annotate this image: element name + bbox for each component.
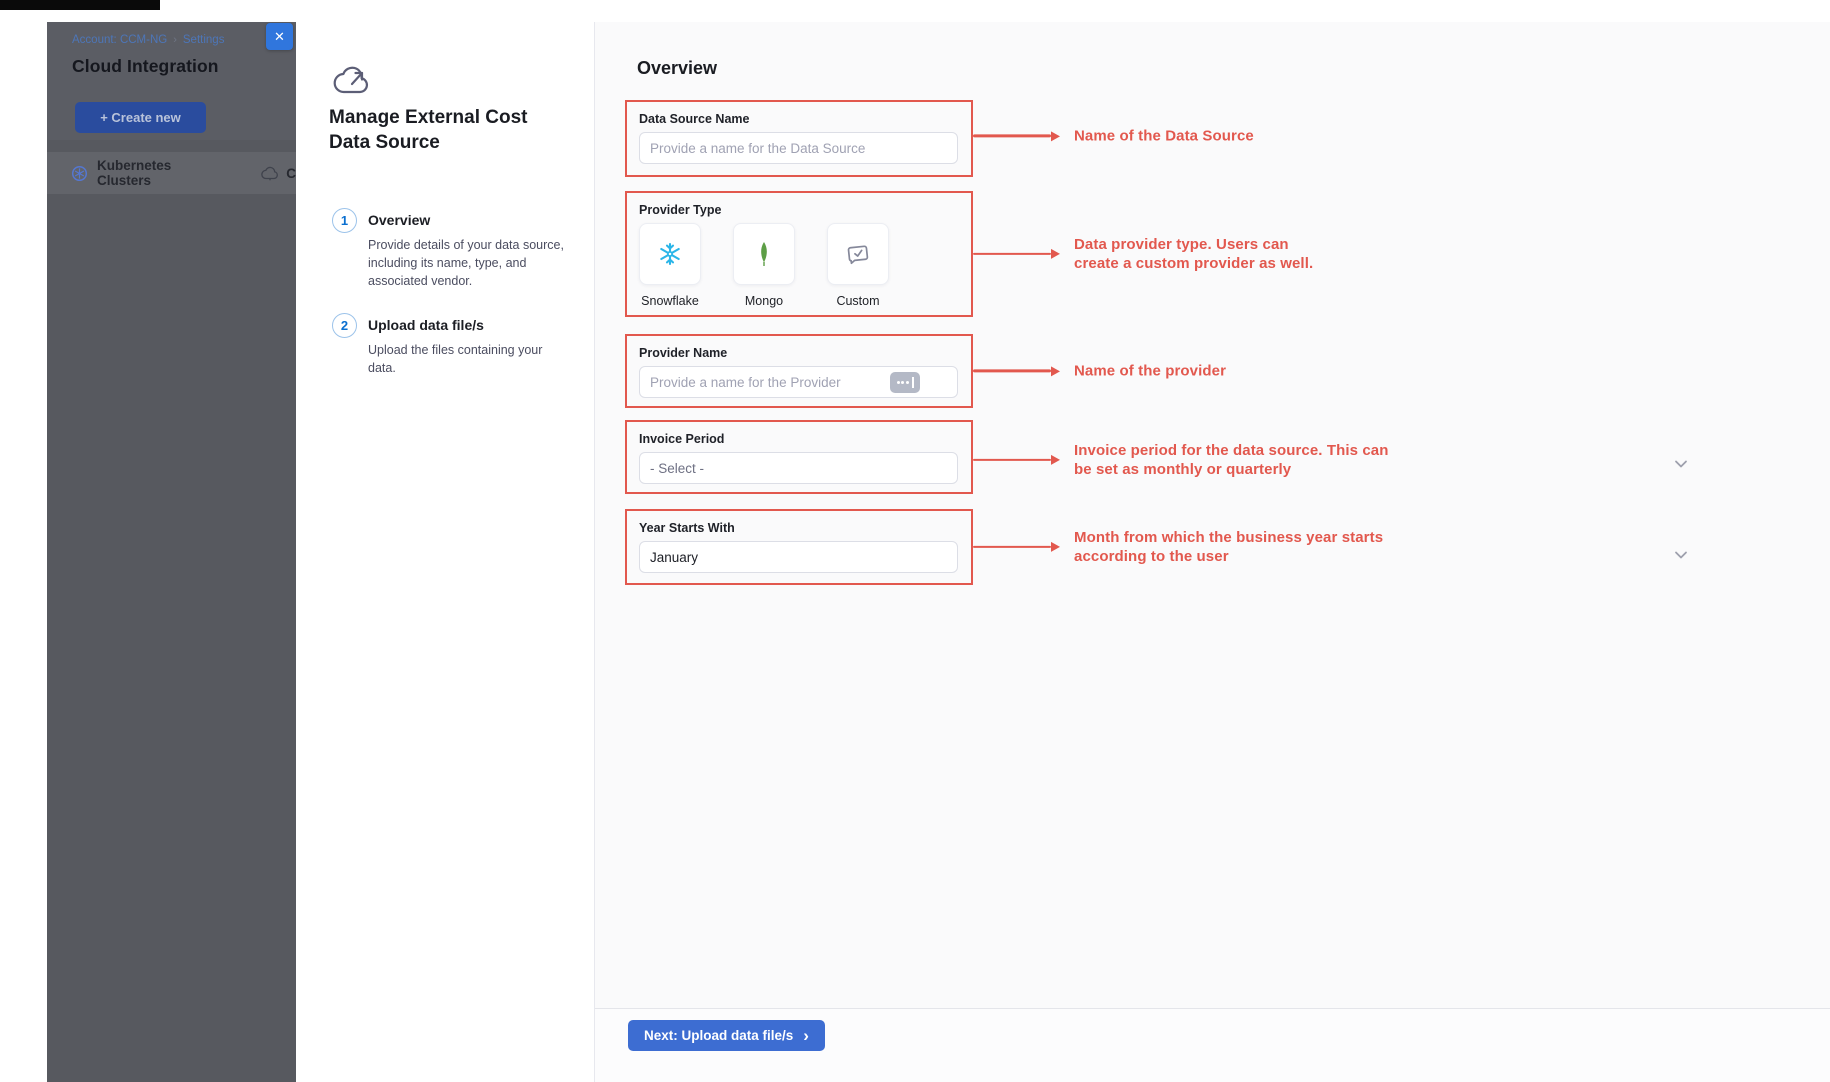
breadcrumb: Account: CCM-NG › Settings [72,34,224,46]
invoice-period-select[interactable]: - Select - [639,452,958,484]
invoice-period-value: - Select - [650,461,704,476]
annotation-box-invoice-period: Invoice Period - Select - [625,420,973,494]
create-new-button: + Create new [75,102,206,133]
tab-cloud-label: C [286,166,296,181]
annotation-year-starts-with: Month from which the business year start… [973,528,1383,566]
dimmed-background-page: Account: CCM-NG › Settings Cloud Integra… [47,22,296,1082]
custom-card[interactable] [827,223,889,285]
annotation-text: Month from which the business year start… [1074,528,1383,566]
kubernetes-icon [71,165,88,182]
annotation-box-data-source-name: Data Source Name [625,100,973,177]
tab-kubernetes-clusters: Kubernetes Clusters [97,158,212,188]
screen: Account: CCM-NG › Settings Cloud Integra… [0,0,1830,1082]
provider-type-label: Provider Type [639,203,959,217]
provider-name-label: Provider Name [639,346,959,360]
close-icon: ✕ [274,29,285,45]
data-source-name-input[interactable] [639,132,958,164]
annotation-provider-type: Data provider type. Users can create a c… [973,235,1313,273]
step-2-indicator[interactable]: 2 [332,313,357,338]
cloud-export-icon [332,64,374,98]
invoice-period-chevron-down-icon[interactable] [1673,457,1689,471]
snowflake-label: Snowflake [641,294,699,308]
mongo-leaf-icon [757,241,771,267]
annotation-text: Name of the provider [1074,361,1226,380]
wizard-content: Overview Data Source Name Provider Type [595,22,1830,1082]
year-starts-with-chevron-down-icon[interactable] [1673,548,1689,562]
arrow-line [973,459,1051,462]
annotation-text: Name of the Data Source [1074,126,1254,145]
chevron-right-icon: › [803,1027,809,1044]
content-heading: Overview [637,58,717,79]
wizard-title: Manage External Cost Data Source [329,106,567,155]
year-starts-with-label: Year Starts With [639,521,959,535]
year-starts-with-value: January [650,550,698,565]
cloud-icon [261,166,279,181]
data-source-name-label: Data Source Name [639,112,959,126]
step-2-description: Upload the files containing your data. [368,341,566,377]
snowflake-icon [657,241,683,267]
annotation-data-source-name: Name of the Data Source [973,126,1254,145]
arrow-right-icon [1051,542,1060,552]
annotation-invoice-period: Invoice period for the data source. This… [973,441,1388,479]
step-1-number: 1 [341,213,348,228]
custom-template-icon [845,242,871,266]
annotation-box-provider-name: Provider Name [625,334,973,408]
tab-bar: Kubernetes Clusters C [47,152,296,194]
year-starts-with-select[interactable]: January [639,541,958,573]
annotation-text: Data provider type. Users can create a c… [1074,235,1313,273]
arrow-line [973,135,1051,138]
arrow-line [973,253,1051,256]
arrow-right-icon [1051,366,1060,376]
wizard-footer: Next: Upload data file/s › [595,1008,1830,1082]
annotation-provider-name: Name of the provider [973,361,1226,380]
arrow-right-icon [1051,249,1060,259]
top-black-bar [0,0,160,10]
breadcrumb-separator-icon: › [173,34,177,46]
breadcrumb-account: Account: CCM-NG [72,34,167,46]
page-title: Cloud Integration [72,56,219,77]
annotation-text: Invoice period for the data source. This… [1074,441,1388,479]
tab-cloud-partial: C [261,166,296,181]
close-button[interactable]: ✕ [266,23,293,50]
invoice-period-label: Invoice Period [639,432,959,446]
step-1-indicator[interactable]: 1 [332,208,357,233]
breadcrumb-settings: Settings [183,34,225,46]
provider-type-cards: Snowflake Mongo [639,223,959,308]
arrow-line [973,370,1051,373]
mongo-label: Mongo [745,294,783,308]
provider-option-mongo[interactable]: Mongo [733,223,795,308]
step-1-label[interactable]: Overview [368,212,430,228]
arrow-right-icon [1051,455,1060,465]
custom-label: Custom [836,294,879,308]
next-button-label: Next: Upload data file/s [644,1028,793,1043]
annotation-box-provider-type: Provider Type [625,191,973,317]
wizard-sidebar: Manage External Cost Data Source 1 Overv… [296,22,595,1082]
next-upload-data-button[interactable]: Next: Upload data file/s › [628,1020,825,1051]
mongo-card[interactable] [733,223,795,285]
arrow-right-icon [1051,131,1060,141]
step-2-number: 2 [341,318,348,333]
create-new-label: + Create new [100,110,181,125]
snowflake-card[interactable] [639,223,701,285]
arrow-line [973,546,1051,549]
provider-option-custom[interactable]: Custom [827,223,889,308]
provider-option-snowflake[interactable]: Snowflake [639,223,701,308]
text-expand-icon[interactable] [890,372,920,393]
step-2-label[interactable]: Upload data file/s [368,317,484,333]
step-1-description: Provide details of your data source, inc… [368,236,566,290]
annotation-box-year-starts-with: Year Starts With January [625,509,973,585]
